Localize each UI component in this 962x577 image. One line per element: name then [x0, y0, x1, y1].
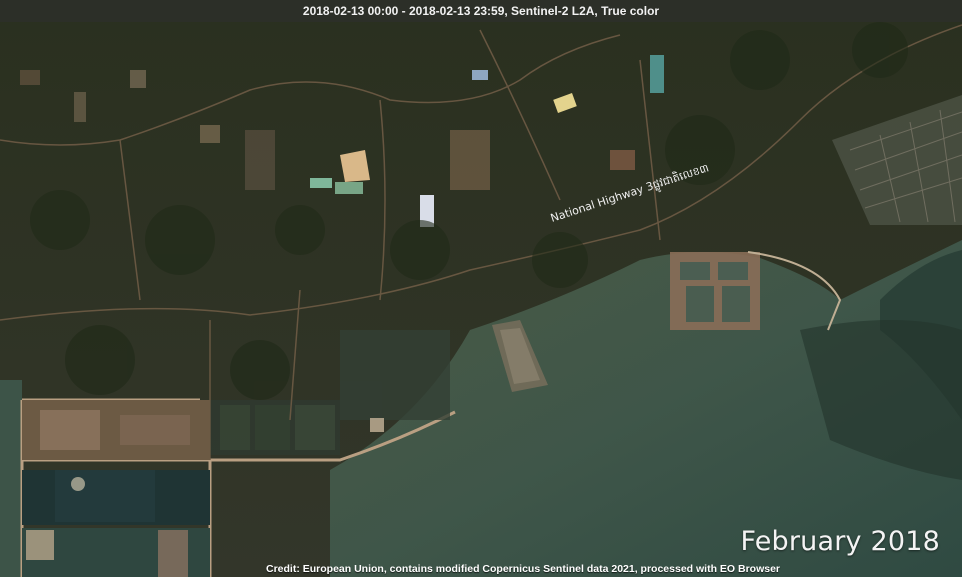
- port-zone-southwest: [22, 400, 210, 577]
- eo-browser-view: National Highway 3ផ្លូវជាតិលេខ៣ 2018-02-…: [0, 0, 962, 577]
- date-range-title: 2018-02-13 00:00 - 2018-02-13 23:59, Sen…: [302, 4, 660, 18]
- river-channel-left: [0, 380, 22, 577]
- satellite-image[interactable]: National Highway 3ផ្លូវជាតិលេខ៣: [0, 0, 962, 577]
- month-label: February 2018: [740, 526, 940, 557]
- header-bar: 2018-02-13 00:00 - 2018-02-13 23:59, Sen…: [0, 0, 962, 22]
- credit-text: Credit: European Union, contains modifie…: [265, 563, 781, 575]
